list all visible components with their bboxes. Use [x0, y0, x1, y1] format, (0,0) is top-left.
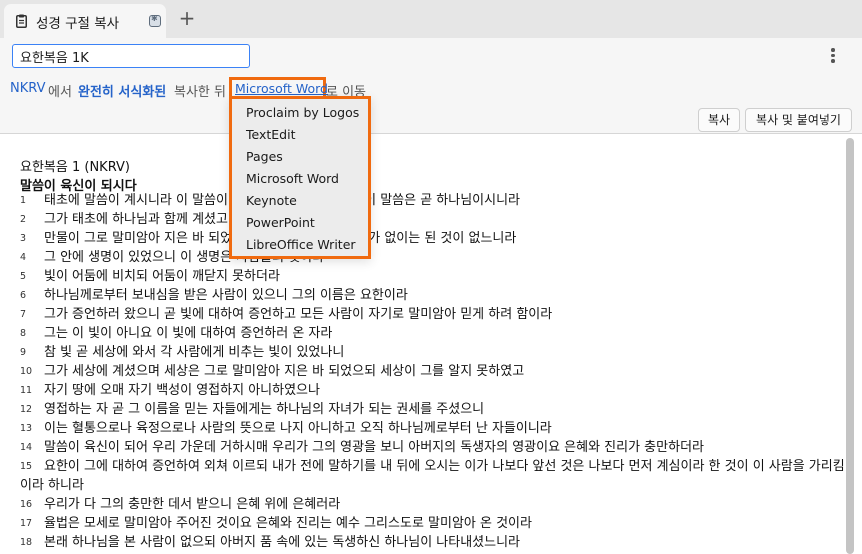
verse-number: 5 [20, 271, 27, 282]
verse-number: 9 [20, 347, 27, 358]
verse-number: 8 [20, 328, 27, 339]
verse-row: 10 그가 세상에 계셨으며 세상은 그로 말미암아 지은 바 되었으되 세상이 … [20, 362, 846, 381]
verse-text: 본래 하나님을 본 사람이 없으되 아버지 품 속에 있는 독생하신 하나님이 … [44, 535, 521, 550]
menu-item-proclaim[interactable]: Proclaim by Logos [246, 105, 359, 120]
verse-number: 15 [20, 461, 33, 472]
verse-text: 그가 증언하러 왔으니 곧 빛에 대하여 증언하고 모든 사람이 자기로 말미암… [44, 307, 553, 322]
verse-number: 2 [20, 214, 27, 225]
verse-number: 4 [20, 252, 27, 263]
passage-reference: 요한복음 1 (NKRV) [20, 160, 130, 175]
verse-row: 15 요한이 그에 대하여 증언하여 외쳐 이르되 내가 전에 말하기를 내 뒤에… [20, 457, 846, 495]
tab-bible-copy[interactable]: 성경 구절 복사 [4, 4, 166, 38]
menu-item-powerpoint[interactable]: PowerPoint [246, 215, 315, 230]
passage-search-input[interactable] [12, 44, 250, 68]
verse-text: 그가 태초에 하나님과 함께 계셨고 [44, 212, 228, 227]
verse-number: 14 [20, 442, 33, 453]
menu-item-pages[interactable]: Pages [246, 149, 283, 164]
verse-row: 6 하나님께로부터 보내심을 받은 사람이 있으니 그의 이름은 요한이라 [20, 286, 846, 305]
verse-text: 요한이 그에 대하여 증언하여 외쳐 이르되 내가 전에 말하기를 내 뒤에 오… [20, 459, 845, 493]
info-text-copy: 복사한 뒤 [174, 85, 226, 100]
copy-and-paste-button[interactable]: 복사 및 붙여넣기 [745, 108, 852, 132]
menu-item-microsoft-word[interactable]: Microsoft Word [246, 171, 339, 186]
menu-item-textedit[interactable]: TextEdit [246, 127, 296, 142]
verse-text: 우리가 다 그의 충만한 데서 받으니 은혜 위에 은혜러라 [44, 497, 341, 512]
extension-badge-icon[interactable] [149, 14, 161, 27]
verse-number: 11 [20, 385, 33, 396]
verse-number: 1 [20, 195, 27, 206]
info-text-in: 에서 [48, 85, 72, 100]
verse-number: 18 [20, 537, 33, 548]
clipboard-icon [16, 14, 27, 28]
verse-text: 참 빛 곧 세상에 와서 각 사람에게 비추는 빛이 있었나니 [44, 345, 345, 360]
verse-text: 빛이 어둠에 비치되 어둠이 깨닫지 못하더라 [44, 269, 280, 284]
verse-text: 그는 이 빛이 아니요 이 빛에 대하여 증언하러 온 자라 [44, 326, 333, 341]
verse-number: 12 [20, 404, 33, 415]
verse-row: 2 그가 태초에 하나님과 함께 계셨고 [20, 210, 846, 229]
tab-bar: 성경 구절 복사 + [0, 0, 862, 38]
verse-row: 7 그가 증언하러 왔으니 곧 빛에 대하여 증언하고 모든 사람이 자기로 말미… [20, 305, 846, 324]
verse-row: 12 영접하는 자 곧 그 이름을 믿는 자들에게는 하나님의 자녀가 되는 권세… [20, 400, 846, 419]
verse-text: 자기 땅에 오매 자기 백성이 영접하지 아니하였으나 [44, 383, 320, 398]
verse-text: 말씀이 육신이 되어 우리 가운데 거하시매 우리가 그의 영광을 보니 아버지… [44, 440, 704, 455]
more-options-icon[interactable] [826, 46, 840, 66]
verse-row: 13 이는 혈통으로나 육정으로나 사람의 뜻으로 나지 아니하고 오직 하나님께… [20, 419, 846, 438]
verse-row: 14 말씀이 육신이 되어 우리 가운데 거하시매 우리가 그의 영광을 보니 아… [20, 438, 846, 457]
verse-row: 11 자기 땅에 오매 자기 백성이 영접하지 아니하였으나 [20, 381, 846, 400]
verse-text: 그가 세상에 계셨으며 세상은 그로 말미암아 지은 바 되었으되 세상이 그를… [44, 364, 525, 379]
verse-row: 3만물이 그로 말미암아 지은 바 되었으니 지은 것이 하나도 그가 없이는 … [20, 229, 846, 248]
action-bar: 복사 복사 및 붙여넣기 [0, 104, 862, 134]
new-tab-button[interactable]: + [176, 6, 198, 30]
scrollbar[interactable] [846, 138, 854, 554]
menu-item-keynote[interactable]: Keynote [246, 193, 297, 208]
verse-row: 5 빛이 어둠에 비치되 어둠이 깨닫지 못하더라 [20, 267, 846, 286]
verse-text: 하나님께로부터 보내심을 받은 사람이 있으니 그의 이름은 요한이라 [44, 288, 408, 303]
verse-number: 3 [20, 233, 27, 244]
verse-row: 1태초에 말씀이 계시니라 이 말씀이 하나님과 함께 계셨으니 이 말씀은 곧… [20, 191, 846, 210]
verse-text: 영접하는 자 곧 그 이름을 믿는 자들에게는 하나님의 자녀가 되는 권세를 … [44, 402, 485, 417]
tab-title: 성경 구절 복사 [36, 16, 120, 32]
verse-number: 16 [20, 499, 33, 510]
version-link[interactable]: NKRV [10, 81, 45, 96]
menu-item-libreoffice-writer[interactable]: LibreOffice Writer [246, 237, 356, 252]
verse-text: 율법은 모세로 말미암아 주어진 것이요 은혜와 진리는 예수 그리스도로 말미… [44, 516, 532, 531]
verse-row: 16 우리가 다 그의 충만한 데서 받으니 은혜 위에 은혜러라 [20, 495, 846, 514]
verse-number: 10 [20, 366, 33, 377]
verse-row: 8 그는 이 빛이 아니요 이 빛에 대하여 증언하러 온 자라 [20, 324, 846, 343]
target-app-dropdown: Proclaim by Logos TextEdit Pages Microso… [229, 96, 371, 259]
verse-row: 9 참 빛 곧 세상에 와서 각 사람에게 비추는 빛이 있었나니 [20, 343, 846, 362]
format-link[interactable]: 완전히 서식화된 [78, 81, 166, 100]
verse-number: 7 [20, 309, 27, 320]
verse-number: 13 [20, 423, 33, 434]
copy-button[interactable]: 복사 [698, 108, 740, 132]
verse-row: 18 본래 하나님을 본 사람이 없으되 아버지 품 속에 있는 독생하신 하나님… [20, 533, 846, 552]
search-toolbar [0, 38, 862, 74]
verse-row: 17 율법은 모세로 말미암아 주어진 것이요 은혜와 진리는 예수 그리스도로 … [20, 514, 846, 533]
verse-row: 4그 안에 생명이 있었으니 이 생명은 사람들의 빛이라 [20, 248, 846, 267]
copy-instruction-line: NKRV 에서 완전히 서식화된 복사한 뒤 Microsoft Word 로 … [0, 74, 862, 104]
verse-number: 6 [20, 290, 27, 301]
verse-number: 17 [20, 518, 33, 529]
verse-text: 이는 혈통으로나 육정으로나 사람의 뜻으로 나지 아니하고 오직 하나님께로부… [44, 421, 552, 436]
target-app-label: Microsoft Word [235, 81, 328, 96]
